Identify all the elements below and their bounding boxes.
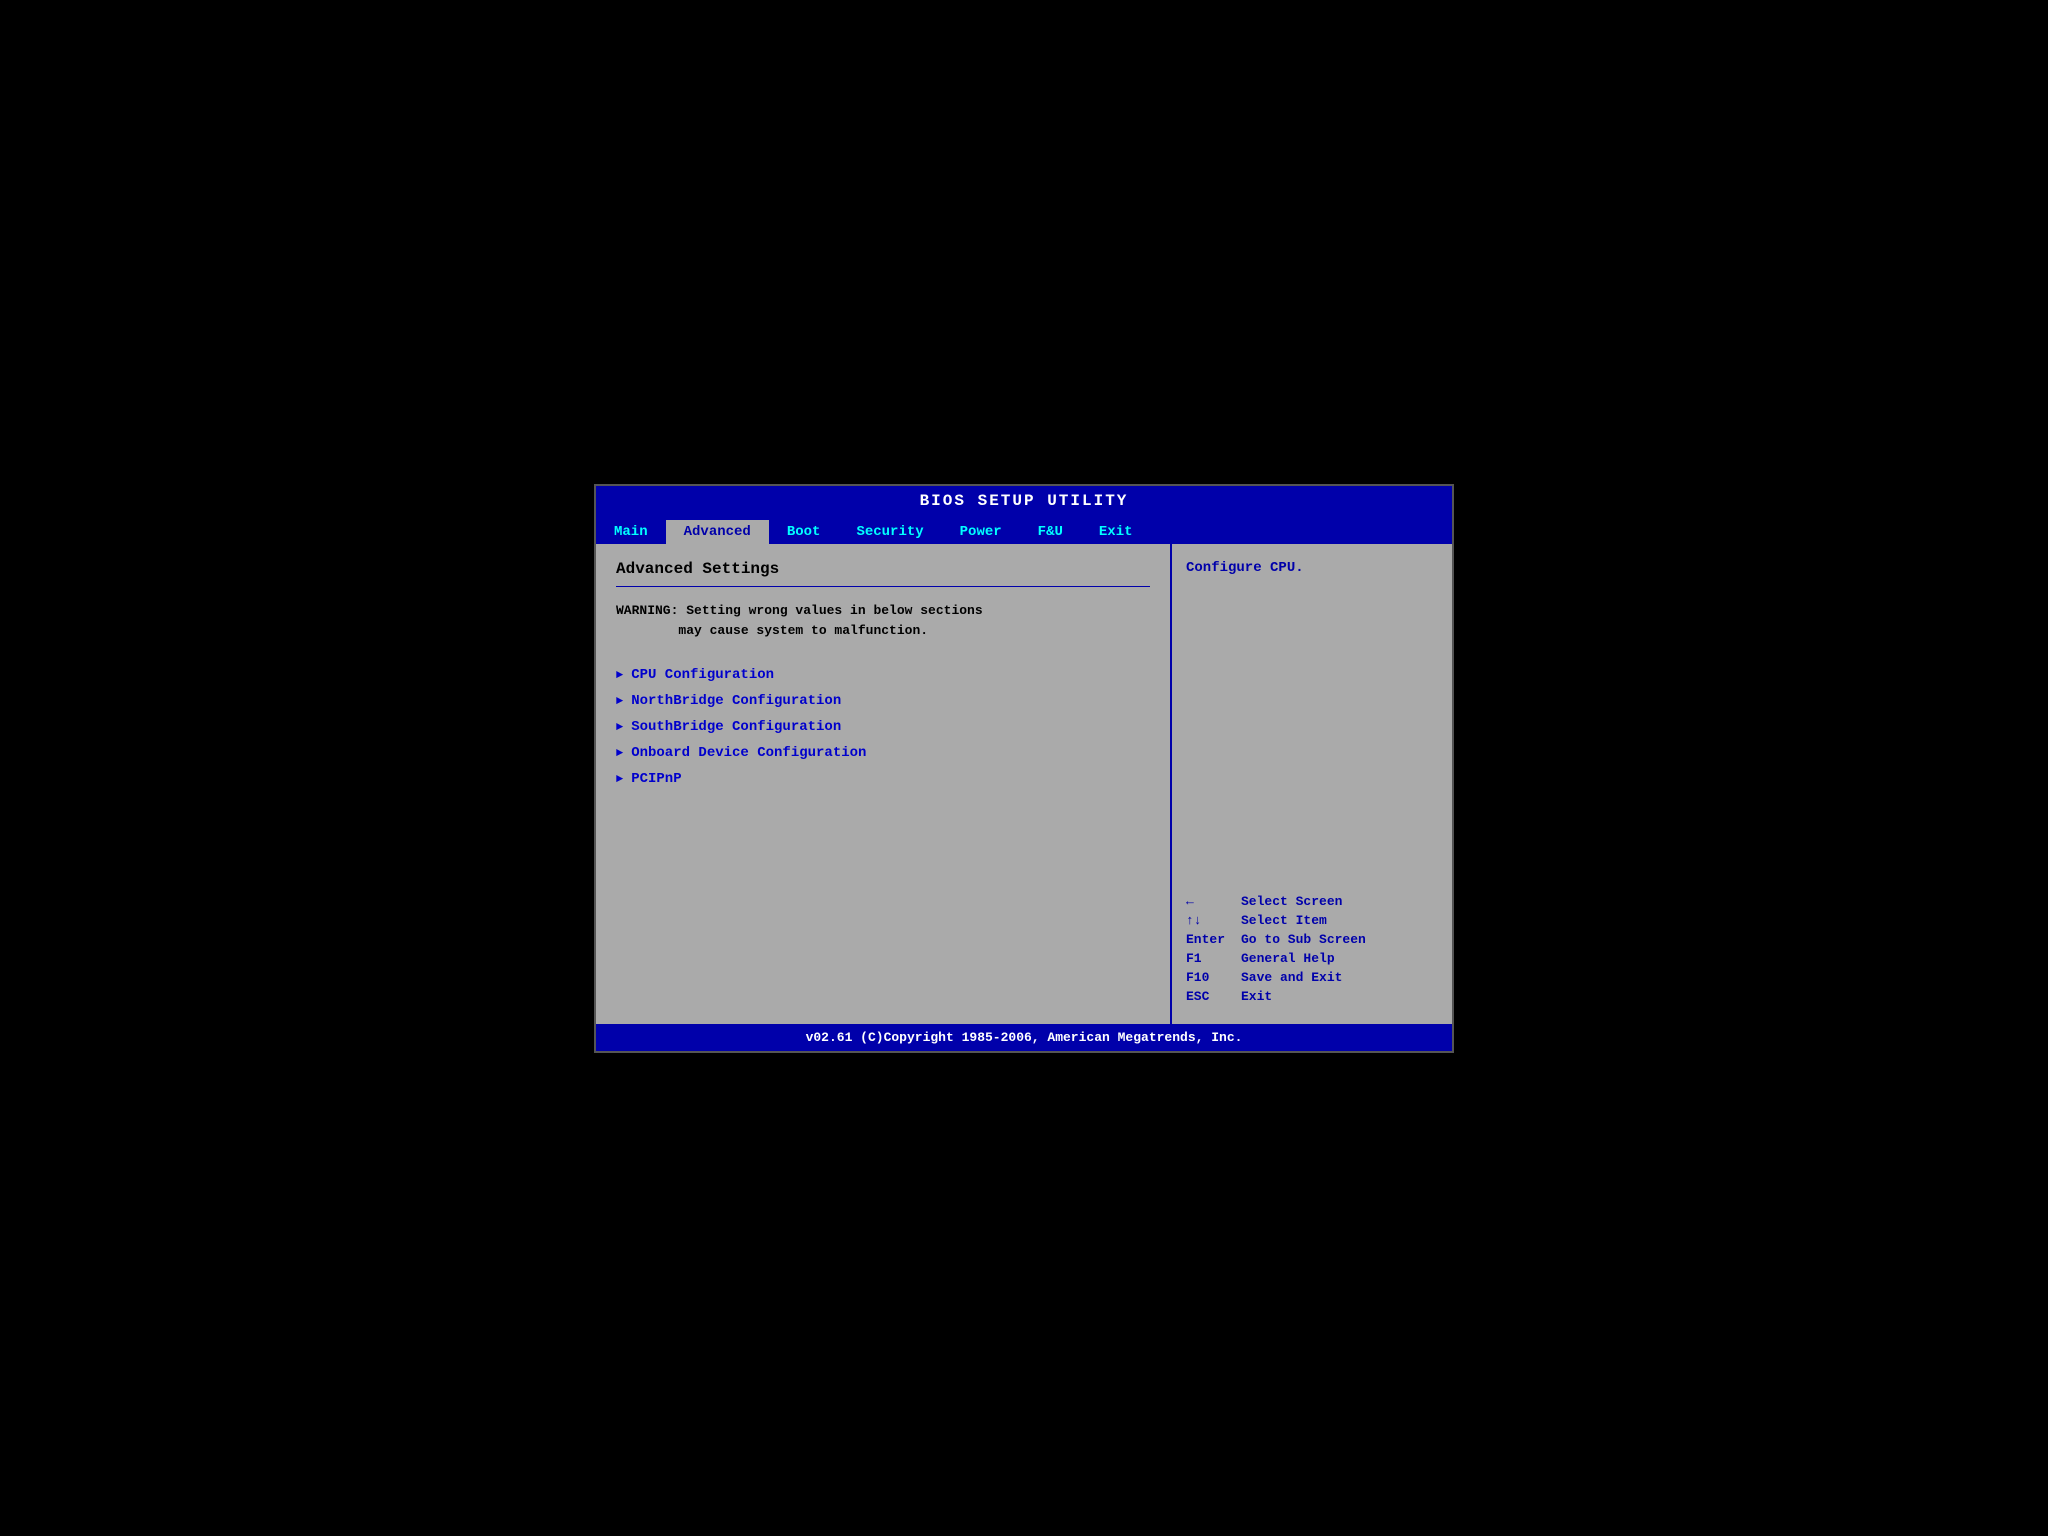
nav-main[interactable]: Main <box>596 520 666 544</box>
nav-power[interactable]: Power <box>942 520 1020 544</box>
key-desc-enter: Go to Sub Screen <box>1241 932 1366 947</box>
key-desc-f1: General Help <box>1241 951 1335 966</box>
menu-item-pcipnp[interactable]: ► PCIPnP <box>616 766 1150 792</box>
footer-bar: v02.61 (C)Copyright 1985-2006, American … <box>596 1024 1452 1051</box>
key-row-f10: F10 Save and Exit <box>1186 970 1438 985</box>
key-arrow: ← <box>1186 894 1231 909</box>
warning-text: WARNING: Setting wrong values in below s… <box>616 601 1150 643</box>
nav-fu[interactable]: F&U <box>1020 520 1081 544</box>
arrow-icon: ► <box>616 668 623 682</box>
menu-item-cpu-label: CPU Configuration <box>631 667 774 683</box>
title-bar: BIOS SETUP UTILITY <box>596 486 1452 516</box>
key-enter: Enter <box>1186 932 1231 947</box>
key-row-f1: F1 General Help <box>1186 951 1438 966</box>
arrow-icon: ► <box>616 720 623 734</box>
menu-item-northbridge[interactable]: ► NorthBridge Configuration <box>616 688 1150 714</box>
key-row-select-item: ↑↓ Select Item <box>1186 913 1438 928</box>
key-row-esc: ESC Exit <box>1186 989 1438 1004</box>
key-desc-f10: Save and Exit <box>1241 970 1342 985</box>
nav-advanced[interactable]: Advanced <box>666 520 769 544</box>
help-text: Configure CPU. <box>1186 560 1438 576</box>
footer-text: v02.61 (C)Copyright 1985-2006, American … <box>806 1030 1243 1045</box>
key-row-select-screen: ← Select Screen <box>1186 894 1438 909</box>
arrow-icon: ► <box>616 694 623 708</box>
nav-bar: Main Advanced Boot Security Power F&U Ex… <box>596 516 1452 544</box>
menu-item-onboard[interactable]: ► Onboard Device Configuration <box>616 740 1150 766</box>
key-updown: ↑↓ <box>1186 913 1231 928</box>
arrow-icon: ► <box>616 772 623 786</box>
key-esc: ESC <box>1186 989 1231 1004</box>
menu-item-northbridge-label: NorthBridge Configuration <box>631 693 841 709</box>
menu-item-southbridge-label: SouthBridge Configuration <box>631 719 841 735</box>
divider <box>616 586 1150 587</box>
key-f1: F1 <box>1186 951 1231 966</box>
arrow-icon: ► <box>616 746 623 760</box>
left-panel: Advanced Settings WARNING: Setting wrong… <box>596 544 1172 1024</box>
menu-item-cpu[interactable]: ► CPU Configuration <box>616 662 1150 688</box>
nav-security[interactable]: Security <box>838 520 941 544</box>
menu-list: ► CPU Configuration ► NorthBridge Config… <box>616 662 1150 792</box>
nav-boot[interactable]: Boot <box>769 520 839 544</box>
menu-item-pcipnp-label: PCIPnP <box>631 771 681 787</box>
nav-exit[interactable]: Exit <box>1081 520 1151 544</box>
bios-title: BIOS SETUP UTILITY <box>920 492 1129 510</box>
screen: BIOS SETUP UTILITY Main Advanced Boot Se… <box>574 464 1474 1073</box>
section-title: Advanced Settings <box>616 560 1150 578</box>
key-f10: F10 <box>1186 970 1231 985</box>
menu-item-southbridge[interactable]: ► SouthBridge Configuration <box>616 714 1150 740</box>
key-row-enter: Enter Go to Sub Screen <box>1186 932 1438 947</box>
key-desc-select-screen: Select Screen <box>1241 894 1342 909</box>
key-desc-esc: Exit <box>1241 989 1272 1004</box>
key-help: ← Select Screen ↑↓ Select Item Enter Go … <box>1186 894 1438 1008</box>
right-panel: Configure CPU. ← Select Screen ↑↓ Select… <box>1172 544 1452 1024</box>
content-area: Advanced Settings WARNING: Setting wrong… <box>596 544 1452 1024</box>
bios-container: BIOS SETUP UTILITY Main Advanced Boot Se… <box>594 484 1454 1053</box>
menu-item-onboard-label: Onboard Device Configuration <box>631 745 866 761</box>
key-desc-select-item: Select Item <box>1241 913 1327 928</box>
